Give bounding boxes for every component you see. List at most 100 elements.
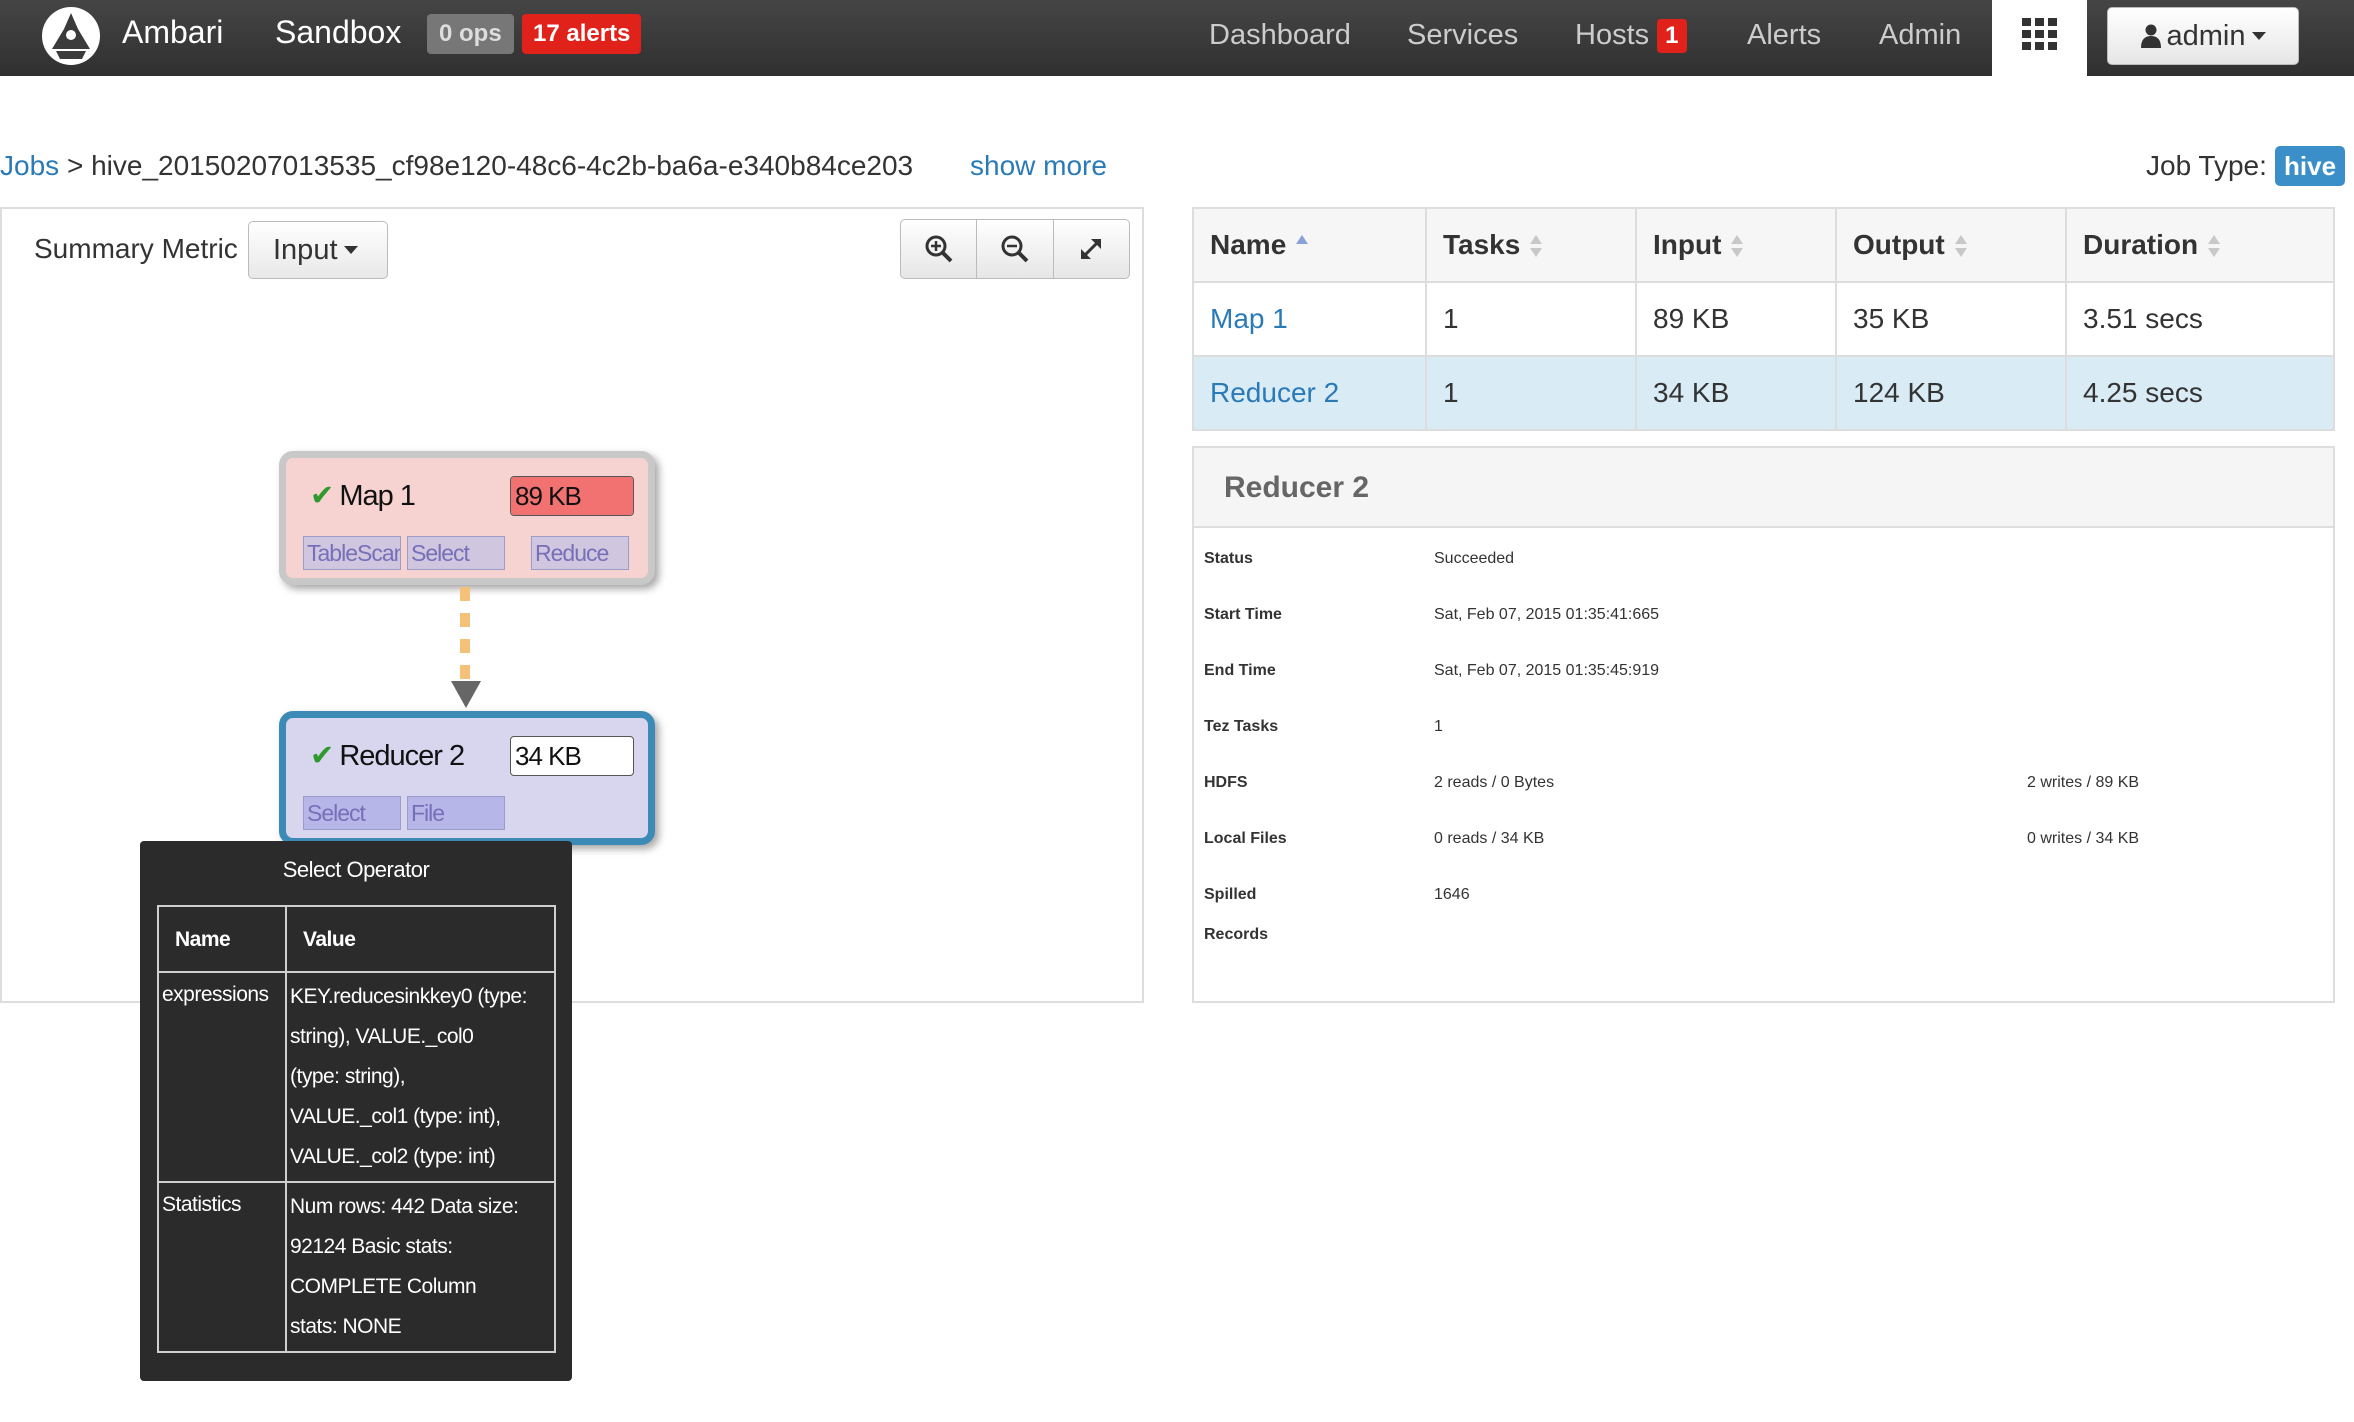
operator-file[interactable]: File <box>407 796 505 830</box>
alerts-badge[interactable]: 17 alerts <box>522 14 642 54</box>
value-line: VALUE._col1 (type: int), <box>290 1105 501 1128</box>
show-more-link[interactable]: show more <box>970 150 1107 182</box>
hdfs-label: HDFS <box>1204 774 1248 791</box>
operator-select[interactable]: Select <box>303 796 401 830</box>
column-header-tasks[interactable]: Tasks <box>1425 207 1637 283</box>
zoom-in-icon <box>925 235 953 263</box>
sort-ascending-icon <box>1296 233 1309 261</box>
value-line: (type: string), <box>290 1065 406 1088</box>
vertex-name-link[interactable]: Reducer 2 <box>1192 355 1427 431</box>
column-header-input[interactable]: Input <box>1635 207 1837 283</box>
vertex-output: 35 KB <box>1835 281 2067 357</box>
check-icon: ✔ <box>310 740 334 772</box>
tooltip-row: expressions KEY.reducesinkkey0 (type: st… <box>157 971 556 1183</box>
local-files-label: Local Files <box>1204 830 1287 847</box>
spilled-records-label: Spilled Records <box>1204 875 1404 955</box>
node-metric-bar: 34 KB <box>510 736 634 776</box>
summary-metric-label: Summary Metric <box>34 233 238 264</box>
dag-node-reducer-2[interactable]: ✔ Reducer 2 34 KB Select File <box>279 711 655 845</box>
vertex-output: 124 KB <box>1835 355 2067 431</box>
cluster-name[interactable]: Sandbox <box>275 14 401 51</box>
end-time-label: End Time <box>1204 662 1276 679</box>
label-line: Records <box>1204 926 1269 943</box>
operator-reduce[interactable]: Reduce <box>531 536 629 570</box>
value-line: COMPLETE Column <box>290 1275 477 1298</box>
details-title: Reducer 2 <box>1194 448 2333 528</box>
summary-metric-value: Input <box>273 234 338 266</box>
tez-tasks-value: 1 <box>1434 718 1443 735</box>
node-title: ✔ Map 1 <box>310 478 416 513</box>
header-label: Tasks <box>1443 229 1521 260</box>
edge-arrowhead <box>451 681 481 708</box>
tooltip-row: Statistics Num rows: 442 Data size: 9212… <box>157 1181 556 1353</box>
nav-services[interactable]: Services <box>1407 19 1518 52</box>
user-icon <box>2140 24 2161 48</box>
breadcrumb-jobs-link[interactable]: Jobs <box>0 150 59 181</box>
node-metric-value: 89 KB <box>515 481 582 511</box>
tooltip-title: Select Operator <box>282 857 430 882</box>
vertex-details-panel: Reducer 2 Status Succeeded Start Time Sa… <box>1192 446 2335 1003</box>
ops-badge[interactable]: 0 ops <box>427 14 514 54</box>
fit-expand-button[interactable] <box>1054 220 1129 278</box>
sort-icon <box>1530 233 1543 261</box>
operator-select[interactable]: Select <box>407 536 505 570</box>
dag-edge <box>460 587 470 681</box>
local-files-reads: 0 reads / 34 KB <box>1434 830 1545 847</box>
tooltip-row-value: KEY.reducesinkkey0 (type: string), VALUE… <box>285 971 556 1183</box>
operator-tablescan[interactable]: TableScan <box>303 536 401 570</box>
zoom-out-button[interactable] <box>977 220 1054 278</box>
user-name: admin <box>2166 20 2246 52</box>
dag-node-map-1[interactable]: ✔ Map 1 89 KB TableScan Select Reduce <box>279 451 655 585</box>
tooltip-row-name: expressions <box>157 971 287 1183</box>
ambari-logo-icon[interactable] <box>38 5 104 67</box>
operator-tooltip: Select Operator Name Value expressions K… <box>140 841 572 1381</box>
column-header-duration[interactable]: Duration <box>2065 207 2335 283</box>
start-time-label: Start Time <box>1204 606 1282 623</box>
vertex-input: 34 KB <box>1635 355 1837 431</box>
value-line: string), VALUE._col0 <box>290 1025 474 1048</box>
vertex-duration: 3.51 secs <box>2065 281 2335 357</box>
hdfs-writes: 2 writes / 89 KB <box>2027 774 2140 791</box>
node-metric-bar: 89 KB <box>510 476 634 516</box>
value-line: VALUE._col2 (type: int) <box>290 1145 496 1168</box>
nav-alerts[interactable]: Alerts <box>1747 19 1821 52</box>
tooltip-row-name: Statistics <box>157 1181 287 1353</box>
nav-hosts[interactable]: Hosts 1 <box>1575 19 1687 53</box>
vertex-tasks: 1 <box>1425 281 1637 357</box>
top-navbar: Ambari Sandbox 0 ops 17 alerts Dashboard… <box>0 0 2354 76</box>
sort-icon <box>2208 233 2221 261</box>
column-header-name[interactable]: Name <box>1192 207 1427 283</box>
node-metric-value: 34 KB <box>515 741 582 771</box>
breadcrumb-separator: > <box>66 150 84 181</box>
brand-name[interactable]: Ambari <box>122 14 223 51</box>
table-row-selected[interactable]: Reducer 2 1 34 KB 124 KB 4.25 secs <box>1192 355 2335 431</box>
node-name: Reducer 2 <box>339 740 465 772</box>
end-time-value: Sat, Feb 07, 2015 01:35:45:919 <box>1434 662 1660 679</box>
tez-tasks-label: Tez Tasks <box>1204 718 1279 735</box>
hdfs-reads: 2 reads / 0 Bytes <box>1434 774 1555 791</box>
summary-metric-select[interactable]: Input <box>248 221 388 279</box>
nav-hosts-label: Hosts <box>1575 19 1650 51</box>
caret-down-icon <box>2251 32 2266 40</box>
vertex-name-link[interactable]: Map 1 <box>1192 281 1427 357</box>
value-line: KEY.reducesinkkey0 (type: <box>290 985 527 1008</box>
zoom-in-button[interactable] <box>901 220 978 278</box>
job-type-badge: hive <box>2275 146 2346 186</box>
node-name: Map 1 <box>339 480 416 512</box>
nav-admin[interactable]: Admin <box>1879 19 1961 52</box>
caret-down-icon <box>343 246 358 254</box>
zoom-out-icon <box>1001 235 1029 263</box>
tooltip-row-value: Num rows: 442 Data size: 92124 Basic sta… <box>285 1181 556 1353</box>
start-time-value: Sat, Feb 07, 2015 01:35:41:665 <box>1434 606 1660 623</box>
apps-menu-button[interactable] <box>1992 0 2087 76</box>
breadcrumb-job-id: hive_20150207013535_cf98e120-48c6-4c2b-b… <box>91 150 914 181</box>
table-row[interactable]: Map 1 1 89 KB 35 KB 3.51 secs <box>1192 281 2335 357</box>
tooltip-header-name: Name <box>157 905 287 973</box>
expand-icon <box>1081 239 1102 259</box>
header-label: Duration <box>2083 229 2199 260</box>
nav-dashboard[interactable]: Dashboard <box>1209 19 1351 52</box>
spilled-records-value: 1646 <box>1434 886 1470 903</box>
user-menu-button[interactable]: admin <box>2107 7 2299 65</box>
column-header-output[interactable]: Output <box>1835 207 2067 283</box>
value-line: 92124 Basic stats: <box>290 1235 453 1258</box>
